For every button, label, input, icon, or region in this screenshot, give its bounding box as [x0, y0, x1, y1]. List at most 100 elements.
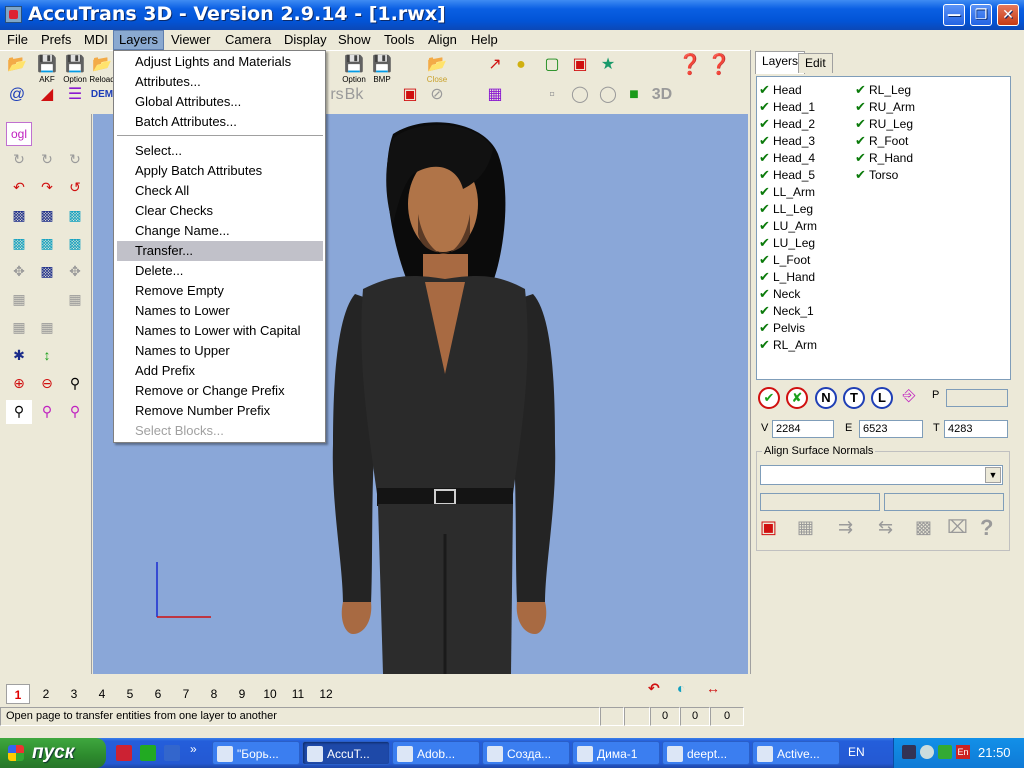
rotate-y-icon[interactable]: ↷: [34, 176, 60, 200]
menu-help[interactable]: Help: [466, 30, 503, 50]
layer-item[interactable]: ✔ Neck: [759, 285, 800, 302]
check-all-button[interactable]: ✔: [758, 387, 780, 409]
chevron-down-icon[interactable]: ▼: [985, 467, 1001, 483]
layer-item[interactable]: ✔ RL_Leg: [855, 81, 911, 98]
move-1-icon[interactable]: ▦: [6, 288, 32, 312]
task-adobe[interactable]: Adob...: [392, 741, 480, 765]
start-button[interactable]: пуск: [0, 738, 106, 768]
menu-item-change-name[interactable]: Change Name...: [117, 221, 323, 241]
normals-node-icon[interactable]: ▦: [797, 517, 823, 543]
layers-stripe-icon[interactable]: ☰: [61, 84, 89, 112]
task-1[interactable]: "Борь...: [212, 741, 300, 765]
menu-file[interactable]: File: [2, 30, 33, 50]
layer-item[interactable]: ✔ LU_Leg: [759, 234, 815, 251]
layer-item[interactable]: ✔ Head_4: [759, 149, 815, 166]
frame-icon[interactable]: ▢: [538, 54, 566, 82]
layer-item[interactable]: ✔ Head: [759, 81, 802, 98]
cube-view-6-icon[interactable]: ▩: [62, 232, 88, 256]
menu-viewer[interactable]: Viewer: [166, 30, 216, 50]
menu-prefs[interactable]: Prefs: [36, 30, 76, 50]
bmp-button[interactable]: 💾 BMP: [368, 54, 396, 84]
figure-icon[interactable]: ★: [594, 54, 622, 82]
task-folder-deept[interactable]: deept...: [662, 741, 750, 765]
layer-item[interactable]: ✔ Head_3: [759, 132, 815, 149]
align-1-icon[interactable]: ▦: [6, 316, 32, 340]
cube-view-3-icon[interactable]: ▩: [62, 204, 88, 228]
layer-item[interactable]: ✔ LL_Leg: [759, 200, 813, 217]
open-folder-icon[interactable]: 📂: [3, 54, 31, 82]
menu-item-select[interactable]: Select...: [117, 141, 323, 161]
tray-icon-2[interactable]: [920, 745, 934, 759]
page-tab-5[interactable]: 5: [118, 684, 142, 704]
cube-icon[interactable]: ■: [620, 84, 648, 112]
menu-item-batch-attributes[interactable]: Batch Attributes...: [117, 112, 323, 132]
align-2-icon[interactable]: ▦: [34, 316, 60, 340]
menu-camera[interactable]: Camera: [220, 30, 276, 50]
page-tab-1[interactable]: 1: [6, 684, 30, 704]
menu-item-names-to-upper[interactable]: Names to Upper: [117, 341, 323, 361]
menu-item-check-all[interactable]: Check All: [117, 181, 323, 201]
layer-item[interactable]: ✔ Head_1: [759, 98, 815, 115]
move-icon[interactable]: ↗: [481, 54, 509, 82]
tray-icon-1[interactable]: [902, 745, 916, 759]
rotate-c-left-icon[interactable]: ↶: [648, 680, 674, 704]
layer-item[interactable]: ✔ LU_Arm: [759, 217, 817, 234]
axis-z-icon[interactable]: ↕: [34, 344, 60, 368]
task-word[interactable]: Созда...: [482, 741, 570, 765]
blks-icon[interactable]: Bk: [340, 84, 368, 112]
menu-item-names-to-lower[interactable]: Names to Lower: [117, 301, 323, 321]
layer-item[interactable]: ✔ L_Foot: [759, 251, 810, 268]
page-tab-8[interactable]: 8: [202, 684, 226, 704]
menu-item-remove-change-prefix[interactable]: Remove or Change Prefix: [117, 381, 323, 401]
cylinder-icon[interactable]: ◯: [566, 84, 594, 112]
clear-checks-button[interactable]: ✘: [786, 387, 808, 409]
normals-x-icon[interactable]: ⌧: [947, 517, 973, 543]
zoom-all-icon[interactable]: ⚲: [62, 400, 88, 424]
layer-item[interactable]: ✔ Head_5: [759, 166, 815, 183]
page-tab-3[interactable]: 3: [62, 684, 86, 704]
cylinder2-icon[interactable]: ◯: [594, 84, 622, 112]
transfer-icon[interactable]: ◢: [33, 84, 61, 112]
color-square-icon[interactable]: ▣: [396, 84, 424, 112]
axis-x-icon[interactable]: ✱: [6, 344, 32, 368]
page-tab-2[interactable]: 2: [34, 684, 58, 704]
layer-item[interactable]: ✔ Torso: [855, 166, 898, 183]
close-button[interactable]: ✕: [997, 4, 1019, 26]
page-tab-12[interactable]: 12: [314, 684, 338, 704]
menu-item-global-attributes[interactable]: Global Attributes...: [117, 92, 323, 112]
quicklaunch-expand-icon[interactable]: »: [190, 742, 197, 756]
scale-1-icon[interactable]: ✥: [6, 260, 32, 284]
cube-view-7-icon[interactable]: ▩: [34, 260, 60, 284]
menu-show[interactable]: Show: [333, 30, 376, 50]
layer-item[interactable]: ✔ R_Foot: [855, 132, 908, 149]
menu-item-remove-empty[interactable]: Remove Empty: [117, 281, 323, 301]
normals-swap-icon[interactable]: ⇆: [878, 517, 904, 543]
page-tab-4[interactable]: 4: [90, 684, 114, 704]
scale-2-icon[interactable]: ✥: [62, 260, 88, 284]
no-icon[interactable]: ⊘: [423, 84, 451, 112]
menu-tools[interactable]: Tools: [379, 30, 419, 50]
reload-button[interactable]: 📂 Reload: [88, 54, 116, 84]
page-tab-11[interactable]: 11: [286, 684, 310, 704]
layer-item[interactable]: ✔ L_Hand: [759, 268, 815, 285]
layer-item[interactable]: ✔ Head_2: [759, 115, 815, 132]
align-dropdown[interactable]: [760, 465, 1003, 485]
menu-item-attributes[interactable]: Attributes...: [117, 72, 323, 92]
task-accutrans[interactable]: AccuT...: [302, 741, 390, 765]
layer-item[interactable]: ✔ R_Hand: [855, 149, 913, 166]
language-indicator[interactable]: EN: [848, 745, 865, 759]
menu-display[interactable]: Display: [279, 30, 332, 50]
menu-align[interactable]: Align: [423, 30, 462, 50]
task-folder-dima[interactable]: Дима-1: [572, 741, 660, 765]
rotate-c-both-icon[interactable]: ↔: [706, 680, 734, 704]
menu-item-add-prefix[interactable]: Add Prefix: [117, 361, 323, 381]
page-tab-7[interactable]: 7: [174, 684, 198, 704]
layer-item[interactable]: ✔ Pelvis: [759, 319, 805, 336]
task-active[interactable]: Active...: [752, 741, 840, 765]
zoom-out-icon[interactable]: ⊖: [34, 372, 60, 396]
move-2-icon[interactable]: ▦: [62, 288, 88, 312]
zoom-fit-icon[interactable]: ⚲: [34, 400, 60, 424]
close-button-tool[interactable]: 📂 Close: [423, 54, 451, 84]
ogl-button[interactable]: ogl: [6, 122, 32, 146]
layer-item[interactable]: ✔ Neck_1: [759, 302, 814, 319]
